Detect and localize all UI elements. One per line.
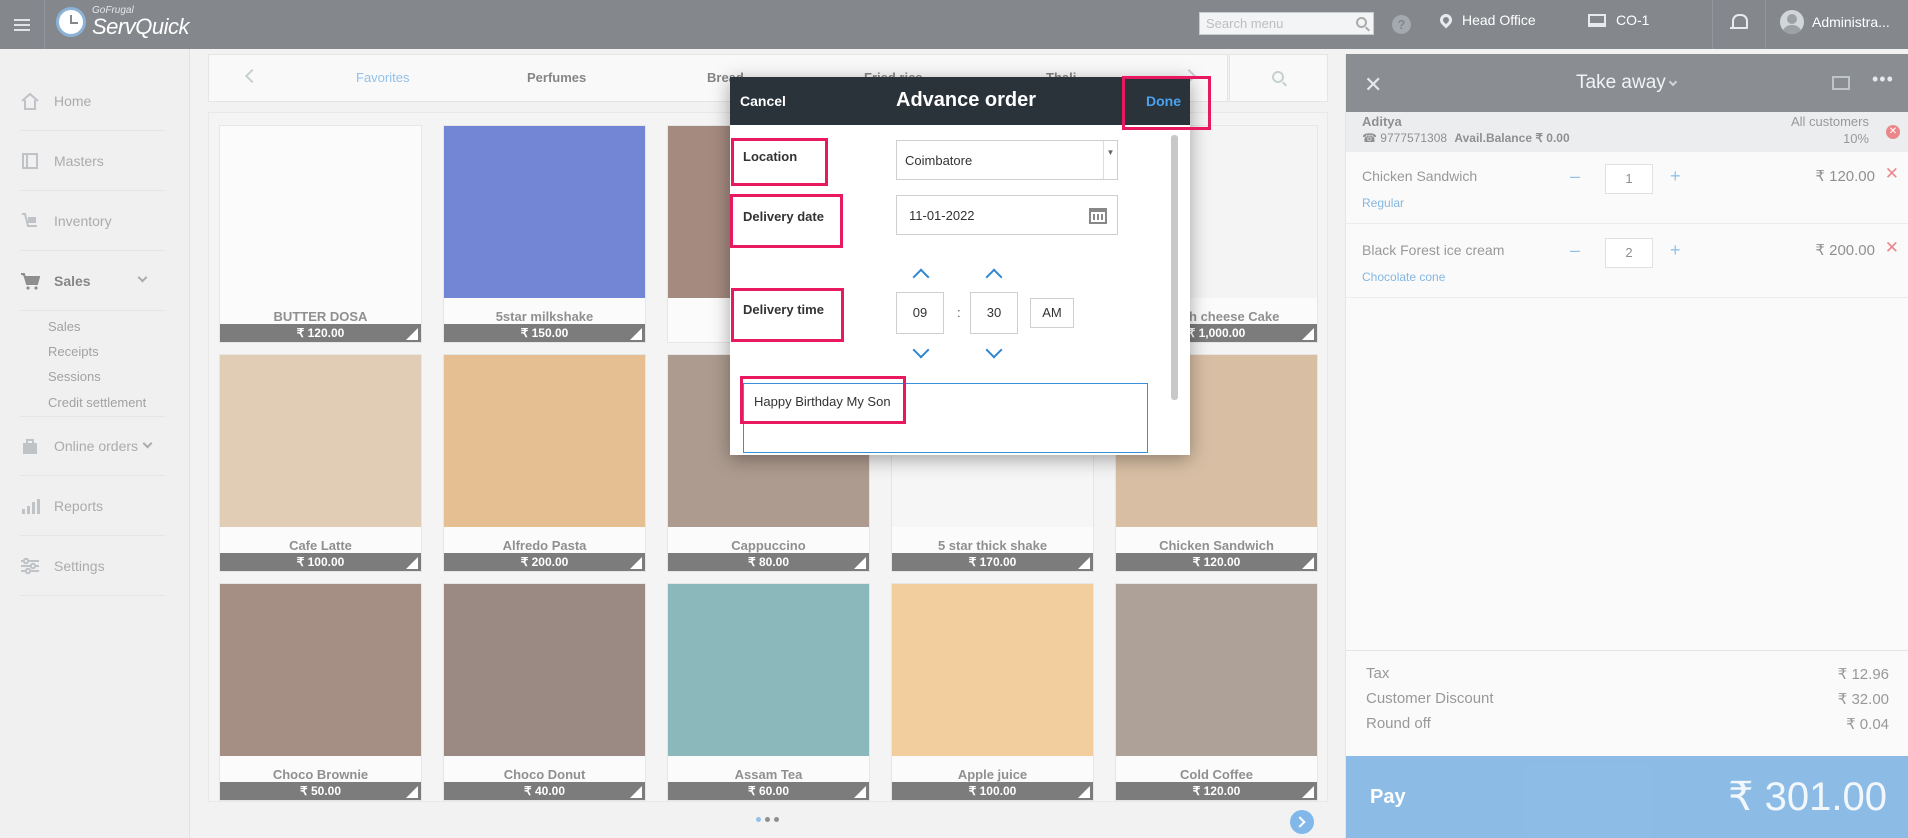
order-note-text: Happy Birthday My Son [754,394,891,409]
dialog-body-clip: Happy Birthday My Son [730,125,1190,455]
dialog-header: Cancel Advance order Done [730,77,1190,125]
dialog-title: Advance order [896,89,1037,111]
done-button[interactable]: Done [1146,93,1181,109]
advance-order-dialog: Cancel Advance order Done Location Coimb… [730,77,1190,455]
order-note-textarea[interactable]: Happy Birthday My Son [743,383,1148,453]
cancel-button[interactable]: Cancel [740,93,786,109]
dialog-scrollbar[interactable] [1171,135,1178,400]
